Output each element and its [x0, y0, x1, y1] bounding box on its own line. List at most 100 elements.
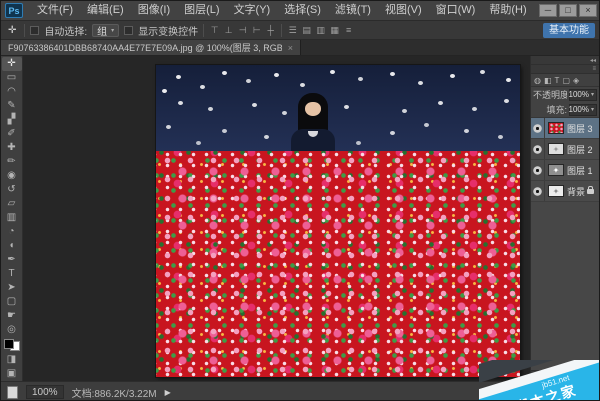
visibility-cell[interactable] [531, 139, 545, 159]
menu-help[interactable]: 帮助(H) [482, 1, 533, 20]
align-left-icon[interactable]: ⊣ [237, 25, 248, 36]
chevron-down-icon: ▾ [591, 91, 594, 98]
show-transform-checkbox[interactable] [124, 26, 133, 35]
move-tool-preset-icon[interactable]: ✛ [5, 25, 19, 36]
status-expand-icon[interactable]: ▶ [165, 388, 171, 397]
auto-select-checkbox[interactable] [30, 26, 39, 35]
marquee-tool[interactable]: ▭ [2, 71, 22, 85]
layer-name: 背景 [567, 185, 585, 198]
dodge-tool[interactable]: ◖ [2, 239, 22, 253]
healing-brush-tool[interactable]: ✚ [2, 141, 22, 155]
menu-window[interactable]: 窗口(W) [429, 1, 483, 20]
filter-smart-object-icon[interactable]: ◈ [573, 76, 579, 85]
align-bottom-icon[interactable]: ⊥ [223, 25, 234, 36]
brush-tool[interactable]: ✏ [2, 155, 22, 169]
layer2-thumbnail[interactable]: ✦ [548, 143, 564, 155]
girl-fringe [302, 95, 324, 102]
menu-filter[interactable]: 滤镜(T) [328, 1, 378, 20]
opacity-row: 不透明度: 100% ▾ [531, 87, 599, 102]
path-select-tool[interactable]: ➤ [2, 281, 22, 295]
lock-icon [587, 189, 594, 194]
separator [281, 24, 282, 37]
history-brush-tool[interactable]: ↺ [2, 183, 22, 197]
menu-file[interactable]: 文件(F) [30, 1, 80, 20]
layer-name: 图层 3 [567, 122, 593, 135]
menu-layer[interactable]: 图层(L) [177, 1, 226, 20]
visibility-cell[interactable] [531, 181, 545, 201]
background-thumbnail[interactable]: ✦ [548, 185, 564, 197]
distribute-right-icon[interactable]: ≡ [343, 25, 354, 36]
filter-pixel-icon[interactable]: ◍ [534, 76, 541, 85]
distribute-middle-icon[interactable]: ▤ [301, 25, 312, 36]
close-button[interactable]: × [579, 4, 597, 17]
layer3-thumbnail[interactable] [548, 122, 564, 134]
menu-type[interactable]: 文字(Y) [227, 1, 278, 20]
panel-header-bar: ◂◂ [531, 56, 599, 65]
document-tab-title: F90763386401DBB68740AA4E77E7E09A.jpg @ 1… [8, 41, 282, 54]
type-tool[interactable]: T [2, 267, 22, 281]
visibility-cell[interactable] [531, 118, 545, 138]
distribute-icons-group: ☰ ▤ ▥ ▦ ≡ [287, 25, 354, 36]
layer1-thumbnail[interactable]: ✦ [548, 164, 564, 176]
menu-edit[interactable]: 编辑(E) [80, 1, 131, 20]
distribute-top-icon[interactable]: ☰ [287, 25, 298, 36]
fill-value-dropdown[interactable]: 100% ▾ [569, 104, 597, 116]
workspace-switcher-button[interactable]: 基本功能 [543, 23, 595, 38]
document-canvas[interactable] [156, 65, 520, 377]
move-tool[interactable]: ✛ [2, 57, 22, 71]
screen-mode-button[interactable]: ▣ [2, 367, 22, 381]
panel-menu-icon[interactable]: ≡ [592, 66, 596, 72]
maximize-button[interactable]: □ [559, 4, 577, 17]
shape-tool[interactable]: ▢ [2, 295, 22, 309]
opacity-value-dropdown[interactable]: 100% ▾ [569, 89, 597, 101]
separator [24, 24, 25, 37]
layer-row-layer2[interactable]: ✦ 图层 2 [531, 139, 599, 160]
minimize-button[interactable]: ─ [539, 4, 557, 17]
layer-row-background[interactable]: ✦ 背景 [531, 181, 599, 202]
distribute-bottom-icon[interactable]: ▥ [315, 25, 326, 36]
filter-type-icon[interactable]: T [555, 76, 560, 85]
tab-close-icon[interactable]: × [288, 43, 293, 53]
eyedropper-tool[interactable]: ✐ [2, 127, 22, 141]
layer-name: 图层 1 [567, 164, 593, 177]
quick-mask-button[interactable]: ◨ [2, 353, 22, 367]
clone-stamp-tool[interactable]: ◉ [2, 169, 22, 183]
foreground-color-swatch[interactable] [4, 339, 14, 349]
align-top-icon[interactable]: ⊤ [209, 25, 220, 36]
canvas-area [23, 56, 530, 381]
hand-tool[interactable]: ☛ [2, 309, 22, 323]
quick-select-tool[interactable]: ✎ [2, 99, 22, 113]
auto-select-value: 组 [97, 23, 107, 38]
visibility-cell[interactable] [531, 160, 545, 180]
menu-select[interactable]: 选择(S) [277, 1, 328, 20]
gradient-tool[interactable]: ▥ [2, 211, 22, 225]
lasso-tool[interactable]: ◠ [2, 85, 22, 99]
girl-figure [288, 93, 338, 151]
page-icon [7, 386, 18, 399]
menu-view[interactable]: 视图(V) [378, 1, 429, 20]
filter-adjustment-icon[interactable]: ◧ [544, 76, 552, 85]
eraser-tool[interactable]: ▱ [2, 197, 22, 211]
layers-panel: ◂◂ ≡ ◍ ◧ T ▢ ◈ 不透明度: 100% ▾ 填充: [530, 56, 599, 381]
align-right-icon[interactable]: ⊢ [251, 25, 262, 36]
blur-tool[interactable]: ◔ [2, 225, 22, 239]
align-center-icon[interactable]: ┼ [265, 25, 276, 36]
auto-select-dropdown[interactable]: 组 ▾ [92, 24, 119, 37]
image-night-sky [156, 65, 520, 151]
document-tab[interactable]: F90763386401DBB68740AA4E77E7E09A.jpg @ 1… [1, 40, 301, 55]
pen-tool[interactable]: ✒ [2, 253, 22, 267]
window-controls: ─ □ × [539, 4, 597, 17]
menu-image[interactable]: 图像(I) [131, 1, 177, 20]
layer-row-layer1[interactable]: ✦ 图层 1 [531, 160, 599, 181]
main-area: ✛ ▭ ◠ ✎ ▞ ✐ ✚ ✏ ◉ ↺ ▱ ▥ ◔ ◖ ✒ T ➤ ▢ ☛ ◎ … [1, 56, 599, 381]
zoom-level-field[interactable]: 100% [26, 385, 64, 399]
distribute-left-icon[interactable]: ▦ [329, 25, 340, 36]
crop-tool[interactable]: ▞ [2, 113, 22, 127]
menu-bar: Ps 文件(F) 编辑(E) 图像(I) 图层(L) 文字(Y) 选择(S) 滤… [1, 1, 599, 21]
align-icons-group: ⊤ ⊥ ⊣ ⊢ ┼ [209, 25, 276, 36]
chevron-down-icon: ▾ [591, 106, 594, 113]
zoom-tool[interactable]: ◎ [2, 323, 22, 337]
panel-collapse-icon[interactable]: ◂◂ [590, 57, 596, 64]
filter-shape-icon[interactable]: ▢ [562, 76, 570, 85]
layer-row-layer3[interactable]: 图层 3 [531, 118, 599, 139]
